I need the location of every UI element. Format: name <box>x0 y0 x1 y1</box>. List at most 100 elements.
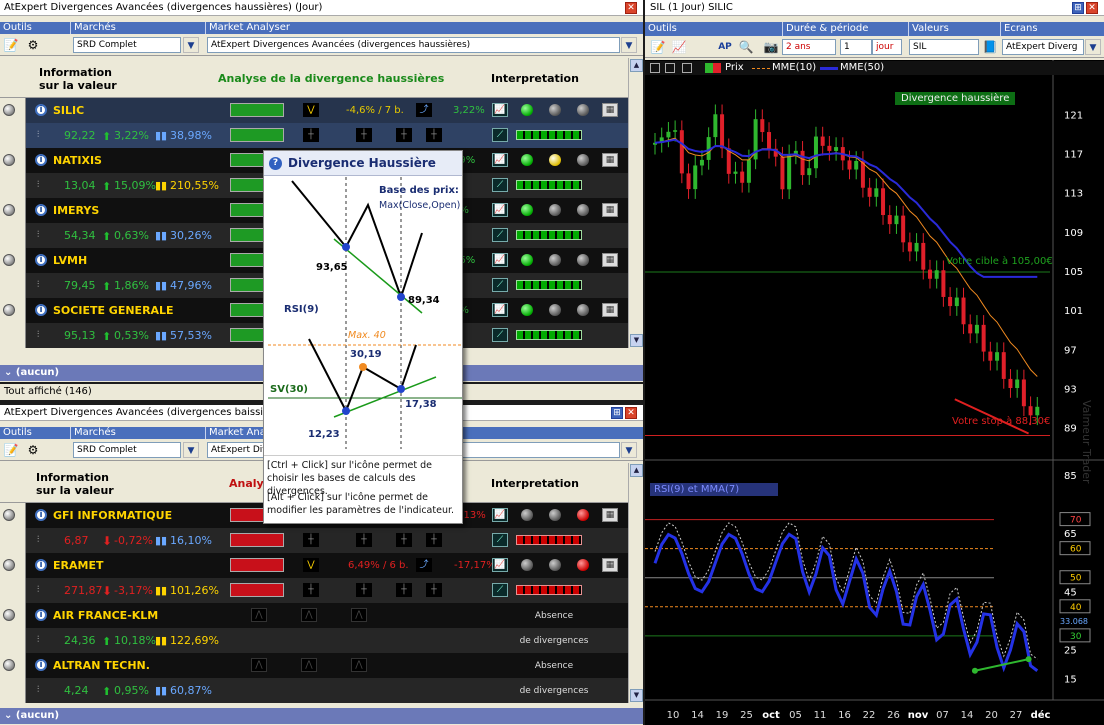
chevron-down-icon[interactable]: ▼ <box>183 442 199 458</box>
stock-name[interactable]: GFI INFORMATIQUE <box>53 509 172 522</box>
stock-name[interactable]: NATIXIS <box>53 154 102 167</box>
pattern-icon[interactable]: ⋁ <box>303 558 319 572</box>
chart-type-icon[interactable]: 📈 <box>670 39 688 55</box>
stock-name[interactable]: ERAMET <box>53 559 103 572</box>
hdr-valeurs: Valeurs <box>908 22 949 36</box>
info-icon[interactable]: i <box>35 104 47 116</box>
chart-icon[interactable]: ⟋ <box>492 583 508 597</box>
edit-icon[interactable]: 📝 <box>2 442 20 458</box>
table-icon[interactable]: ▦ <box>602 253 618 267</box>
period-field[interactable]: 2 ans <box>782 39 836 55</box>
table-row[interactable]: i SILIC ⋁ -4,6% / 7 b. ⤴ 3,22% 📈 ▦ ⫶ 92,22 ⬆ 3,22% ▮… <box>0 98 628 148</box>
signal-bar-icon[interactable] <box>230 583 284 597</box>
row-select-icon[interactable] <box>3 304 15 316</box>
trend-icon[interactable]: ⤴ <box>416 103 432 117</box>
table-icon[interactable]: ▦ <box>602 103 618 117</box>
close-icon[interactable]: ✕ <box>1086 2 1098 14</box>
scroll-down-icon[interactable]: ▼ <box>630 689 643 702</box>
table-icon[interactable]: ▦ <box>602 508 618 522</box>
close-icon[interactable]: ✕ <box>625 407 637 419</box>
table-icon[interactable]: ▦ <box>602 153 618 167</box>
pin-icon[interactable]: ⊞ <box>1072 2 1084 14</box>
stock-name[interactable]: IMERYS <box>53 204 99 217</box>
stock-name[interactable]: LVMH <box>53 254 87 267</box>
camera-icon[interactable]: 📷 <box>762 39 780 55</box>
chevron-down-icon[interactable]: ▼ <box>183 37 199 53</box>
search-icon[interactable]: 🔍 <box>737 39 755 55</box>
pattern-icon[interactable]: ⋁ <box>303 103 319 117</box>
row-select-icon[interactable] <box>3 154 15 166</box>
price-chart[interactable]: 121 117 113 109 105 101 97 93 89 85 65 45 25 15 70 60 50… <box>645 60 1104 725</box>
symbol-field[interactable]: SIL <box>909 39 979 55</box>
table-icon[interactable]: ▦ <box>602 558 618 572</box>
book-icon[interactable]: 📘 <box>981 39 999 55</box>
bottom-scrollbar[interactable]: ▲ ▼ <box>628 463 643 703</box>
bottom-group-bar[interactable]: ⌄ (aucun) <box>0 708 643 724</box>
chart-icon[interactable]: ⟋ <box>492 328 508 342</box>
ap-icon[interactable]: AP <box>716 39 734 55</box>
row-select-icon[interactable] <box>3 559 15 571</box>
info-icon[interactable]: i <box>35 609 47 621</box>
table-row[interactable]: i ALTRAN TECHN. Absence ⋀ ⋀ ⋀ ⫶ 4,24 ⬆ 0,95% ▮▮ 60,… <box>0 653 628 703</box>
info-icon[interactable]: i <box>35 559 47 571</box>
edit-icon[interactable]: 📝 <box>649 39 667 55</box>
row-select-icon[interactable] <box>3 509 15 521</box>
table-row[interactable]: i AIR FRANCE-KLM Absence ⋀ ⋀ ⋀ ⫶ 24,36 ⬆ 10,18% ▮▮… <box>0 603 628 653</box>
info-icon[interactable]: i <box>35 204 47 216</box>
scroll-up-icon[interactable]: ▲ <box>630 464 643 477</box>
stock-name[interactable]: AIR FRANCE-KLM <box>53 609 158 622</box>
chart-icon[interactable]: ⟋ <box>492 533 508 547</box>
chart-icon[interactable]: 📈 <box>492 253 508 267</box>
market-select[interactable]: SRD Complet <box>73 442 181 458</box>
row-select-icon[interactable] <box>3 659 15 671</box>
info-icon[interactable]: i <box>35 154 47 166</box>
chart-icon[interactable]: ⟋ <box>492 178 508 192</box>
chart-icon[interactable]: ⟋ <box>492 228 508 242</box>
unit-field[interactable]: jour <box>872 39 902 55</box>
table-icon[interactable]: ▦ <box>602 203 618 217</box>
pin-icon[interactable]: ⊞ <box>611 407 623 419</box>
chart-icon[interactable]: 📈 <box>492 558 508 572</box>
count-field[interactable]: 1 <box>840 39 872 55</box>
chart-icon[interactable]: 📈 <box>492 203 508 217</box>
chevron-down-icon[interactable]: ▼ <box>621 37 637 53</box>
info-icon[interactable]: i <box>35 254 47 266</box>
stock-name[interactable]: SILIC <box>53 104 84 117</box>
chart-icon[interactable]: 📈 <box>492 103 508 117</box>
info-icon[interactable]: i <box>35 509 47 521</box>
signal-bar-icon[interactable] <box>230 558 284 572</box>
close-icon[interactable]: ✕ <box>625 2 637 14</box>
analyser-select[interactable]: AtExpert Divergences Avancées (divergenc… <box>207 37 620 53</box>
scroll-down-icon[interactable]: ▼ <box>630 334 643 347</box>
row-select-icon[interactable] <box>3 104 15 116</box>
market-select[interactable]: SRD Complet <box>73 37 181 53</box>
signal-bar-icon[interactable] <box>230 533 284 547</box>
stock-name[interactable]: ALTRAN TECHN. <box>53 659 150 672</box>
scroll-up-icon[interactable]: ▲ <box>630 59 643 72</box>
chart-icon[interactable]: ⟋ <box>492 128 508 142</box>
table-row[interactable]: i ERAMET ⋁ 6,49% / 6 b. ⤴ -17,17% 📈 ▦ ⫶ 271,87 ⬇ -3… <box>0 553 628 603</box>
chart-icon[interactable]: ⟋ <box>492 278 508 292</box>
trend-icon[interactable]: ⤴ <box>416 558 432 572</box>
table-icon[interactable]: ▦ <box>602 303 618 317</box>
chart-canvas[interactable]: 121 117 113 109 105 101 97 93 89 85 65 45 25 15 70 60 50… <box>645 60 1104 725</box>
chevron-down-icon[interactable]: ▼ <box>1085 39 1101 55</box>
signal-bar-icon[interactable] <box>230 128 284 142</box>
edit-icon[interactable]: 📝 <box>2 37 20 53</box>
row-select-icon[interactable] <box>3 204 15 216</box>
group-label: (aucun) <box>15 710 60 721</box>
screen-field[interactable]: AtExpert Diverg <box>1002 39 1084 55</box>
settings-icon[interactable]: ⚙ <box>24 37 42 53</box>
stock-name[interactable]: SOCIETE GENERALE <box>53 304 174 317</box>
info-icon[interactable]: i <box>35 659 47 671</box>
row-select-icon[interactable] <box>3 254 15 266</box>
chevron-down-icon[interactable]: ▼ <box>621 442 637 458</box>
chart-icon[interactable]: 📈 <box>492 153 508 167</box>
settings-icon[interactable]: ⚙ <box>24 442 42 458</box>
chart-icon[interactable]: 📈 <box>492 508 508 522</box>
chart-icon[interactable]: 📈 <box>492 303 508 317</box>
signal-bar-icon[interactable] <box>230 103 284 117</box>
row-select-icon[interactable] <box>3 609 15 621</box>
info-icon[interactable]: i <box>35 304 47 316</box>
top-scrollbar[interactable]: ▲ ▼ <box>628 58 643 348</box>
